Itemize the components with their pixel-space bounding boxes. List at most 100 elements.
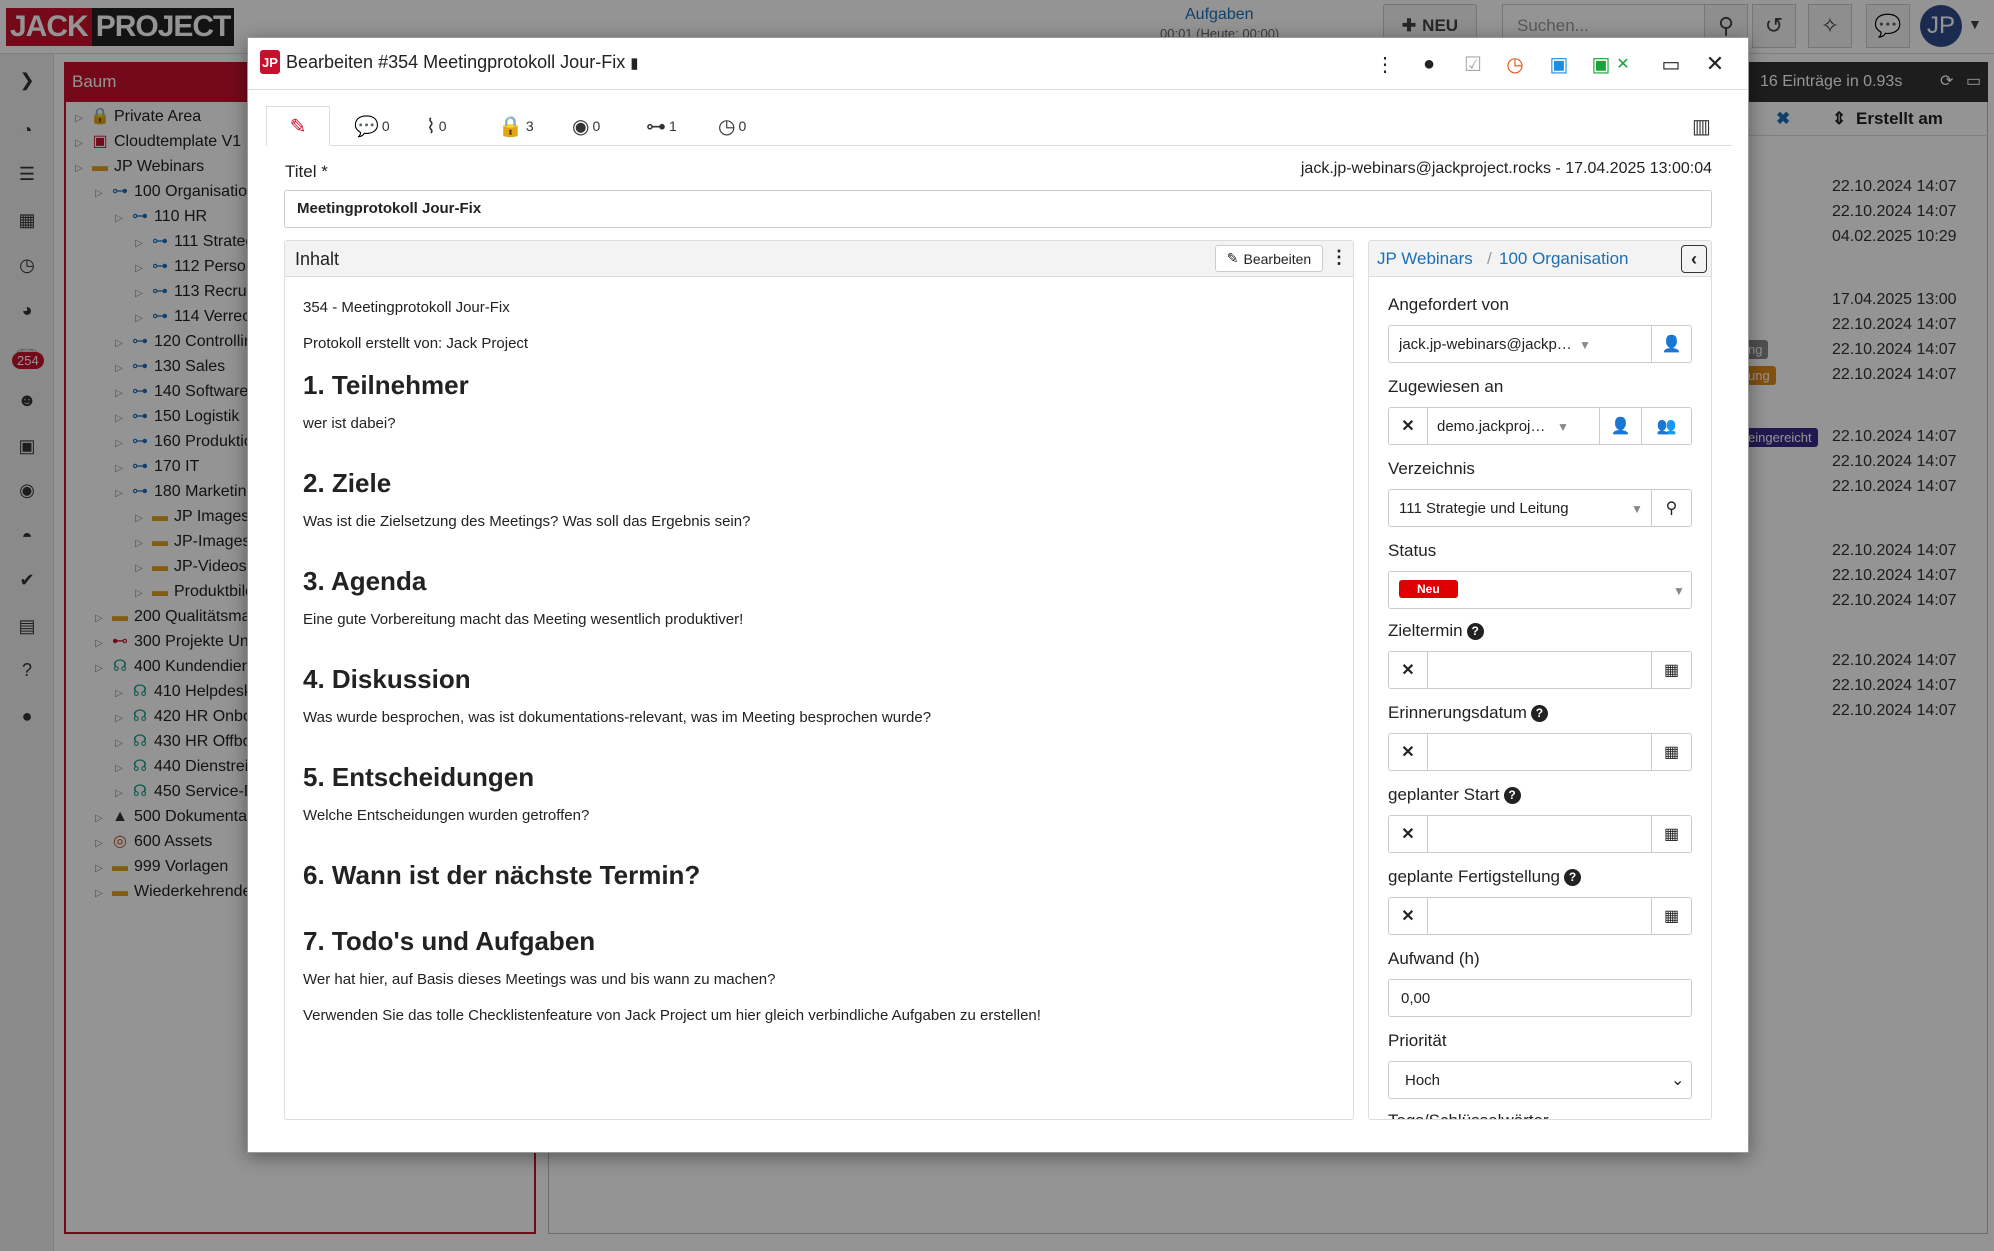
breadcrumb-item[interactable]: 100 Organisation xyxy=(1499,249,1628,269)
reminder-date-field[interactable]: ✕ ▦ xyxy=(1388,733,1692,771)
clear-date-icon[interactable]: ✕ xyxy=(1389,734,1427,770)
clear-assignee-icon[interactable]: ✕ xyxy=(1389,408,1427,444)
doc-text: Wer hat hier, auf Basis dieses Meetings … xyxy=(303,971,776,988)
reminder-clock-icon[interactable]: ◷ xyxy=(1500,48,1530,80)
eye-icon: ◉ xyxy=(572,115,590,138)
chevron-left-icon: ‹ xyxy=(1691,248,1697,269)
select-user-button[interactable]: 👤 xyxy=(1651,326,1691,362)
effort-input[interactable]: 0,00 xyxy=(1388,979,1692,1017)
comment-icon[interactable]: ● xyxy=(1414,48,1444,80)
tab-relations[interactable]: ⊶ 1 xyxy=(636,106,687,146)
clear-date-icon[interactable]: ✕ xyxy=(1389,652,1427,688)
status-select[interactable]: Neu ▼ xyxy=(1388,571,1692,609)
effort-value: 0,00 xyxy=(1401,990,1431,1007)
assigned-to-field[interactable]: ✕ demo.jackproject.rocks ▼ 👤 👥 xyxy=(1388,407,1692,445)
tab-watchers[interactable]: ◉ 0 xyxy=(562,106,610,146)
maximize-icon[interactable]: ▭ xyxy=(1656,48,1686,80)
doc-text: wer ist dabei? xyxy=(303,415,396,432)
priority-select[interactable]: Hoch ⌄ xyxy=(1388,1061,1692,1099)
calendar-button[interactable]: ▦ xyxy=(1651,652,1691,688)
content-header: Inhalt ✎ Bearbeiten ⋮ xyxy=(285,241,1353,277)
tab-time[interactable]: ◷ 0 xyxy=(708,106,756,146)
help-icon[interactable]: ? xyxy=(1503,787,1521,804)
doc-text: Verwenden Sie das tolle Checklistenfeatu… xyxy=(303,1007,1041,1024)
content-label: Inhalt xyxy=(295,249,340,269)
field-divider xyxy=(1427,734,1428,770)
more-menu-icon[interactable]: ⋮ xyxy=(1370,48,1400,80)
search-icon: ⚲ xyxy=(1665,500,1678,517)
edit-content-button[interactable]: ✎ Bearbeiten xyxy=(1215,245,1323,272)
requested-by-value: jack.jp-webinars@jackproject.rocks xyxy=(1399,336,1573,353)
field-divider xyxy=(1427,652,1428,688)
calendar-icon: ▦ xyxy=(1663,908,1680,925)
field-divider xyxy=(1427,408,1428,444)
calendar-button[interactable]: ▦ xyxy=(1651,898,1691,934)
jp-logo-icon: JP xyxy=(260,50,280,74)
doc-heading: 3. Agenda xyxy=(303,566,427,596)
doc-heading: 1. Teilnehmer xyxy=(303,370,469,400)
select-group-button[interactable]: 👥 xyxy=(1641,408,1691,444)
tab-permissions[interactable]: 🔒 3 xyxy=(488,106,544,146)
doc-heading: 5. Entscheidungen xyxy=(303,762,535,792)
help-icon[interactable]: ? xyxy=(1564,869,1582,886)
doc-heading: 6. Wann ist der nächste Termin? xyxy=(303,860,701,890)
calendar-button[interactable]: ▦ xyxy=(1651,734,1691,770)
content-more-icon[interactable]: ⋮ xyxy=(1330,247,1348,268)
due-date-label: Zieltermin? xyxy=(1388,621,1484,641)
calendar-icon: ▦ xyxy=(1663,662,1680,679)
priority-value: Hoch xyxy=(1405,1072,1441,1089)
clock-icon: ◷ xyxy=(718,115,736,138)
user-icon: 👤 xyxy=(1610,418,1631,435)
reminder-date-label: Erinnerungsdatum? xyxy=(1388,703,1548,723)
clipboard-icon[interactable]: ▮ xyxy=(630,55,638,72)
tab-attachments[interactable]: ⌇ 0 xyxy=(416,106,457,146)
save-close-x-icon[interactable]: ✕ xyxy=(1608,48,1638,80)
clear-date-icon[interactable]: ✕ xyxy=(1389,898,1427,934)
assigned-to-label: Zugewiesen an xyxy=(1388,377,1504,396)
save-icon[interactable]: ▣ xyxy=(1544,48,1574,80)
field-divider xyxy=(1427,898,1428,934)
dialog-header: JP Bearbeiten #354 Meetingprotokoll Jour… xyxy=(248,38,1748,90)
pencil-icon: ✎ xyxy=(1226,250,1239,266)
planned-start-field[interactable]: ✕ ▦ xyxy=(1388,815,1692,853)
requested-by-label: Angefordert von xyxy=(1388,295,1509,314)
planned-finish-field[interactable]: ✕ ▦ xyxy=(1388,897,1692,935)
help-icon[interactable]: ? xyxy=(1530,705,1548,722)
directory-field[interactable]: 111 Strategie und Leitung ▼ ⚲ xyxy=(1388,489,1692,527)
planned-start-label: geplanter Start? xyxy=(1388,785,1521,805)
requested-by-field[interactable]: jack.jp-webinars@jackproject.rocks ▼ 👤 xyxy=(1388,325,1692,363)
checkbox-icon[interactable]: ☑ xyxy=(1458,48,1488,80)
doc-text: Welche Entscheidungen wurden getroffen? xyxy=(303,807,590,824)
collapse-panel-button[interactable]: ‹ xyxy=(1681,245,1707,273)
doc-text: Eine gute Vorbereitung macht das Meeting… xyxy=(303,611,744,628)
close-icon[interactable]: ✕ xyxy=(1700,48,1730,80)
film-icon: ▥ xyxy=(1692,115,1711,138)
doc-text: Was wurde besprochen, was ist dokumentat… xyxy=(303,709,932,726)
clear-date-icon[interactable]: ✕ xyxy=(1389,816,1427,852)
tab-comments[interactable]: 💬 0 xyxy=(344,106,400,146)
edit-dialog: JP Bearbeiten #354 Meetingprotokoll Jour… xyxy=(247,37,1749,1153)
content-panel: Inhalt ✎ Bearbeiten ⋮ 354 - Meetingprotok… xyxy=(284,240,1354,1120)
due-date-field[interactable]: ✕ ▦ xyxy=(1388,651,1692,689)
tags-label: Tags/Schlüsselwörter xyxy=(1388,1111,1549,1119)
help-icon[interactable]: ? xyxy=(1466,623,1484,640)
select-user-button[interactable]: 👤 xyxy=(1599,408,1641,444)
assigned-to-value: demo.jackproject.rocks xyxy=(1437,418,1551,435)
field-divider xyxy=(1427,816,1428,852)
content-document[interactable]: 354 - Meetingprotokoll Jour-Fix Protokol… xyxy=(303,297,1333,1041)
user-icon: 👤 xyxy=(1661,336,1682,353)
edit-icon: ✎ xyxy=(289,115,307,138)
calendar-button[interactable]: ▦ xyxy=(1651,816,1691,852)
doc-heading: 2. Ziele xyxy=(303,468,392,498)
title-input[interactable]: Meetingprotokoll Jour-Fix xyxy=(284,190,1712,228)
dialog-tabs: ✎ 💬 0 ⌇ 0 🔒 3 ◉ 0 ⊶ 1 ◷ 0 ▥ xyxy=(266,106,1732,146)
breadcrumb-item[interactable]: JP Webinars xyxy=(1377,249,1473,269)
tab-media[interactable]: ▥ xyxy=(1682,106,1721,146)
users-icon: 👥 xyxy=(1656,418,1677,435)
chevron-down-icon: ▼ xyxy=(1579,338,1591,352)
details-panel: JP Webinars / 100 Organisation ‹ Angefor… xyxy=(1368,240,1712,1120)
chevron-down-icon: ▼ xyxy=(1673,584,1685,598)
details-header: JP Webinars / 100 Organisation ‹ xyxy=(1369,241,1711,277)
search-directory-button[interactable]: ⚲ xyxy=(1651,490,1691,526)
tab-edit[interactable]: ✎ xyxy=(266,106,330,146)
